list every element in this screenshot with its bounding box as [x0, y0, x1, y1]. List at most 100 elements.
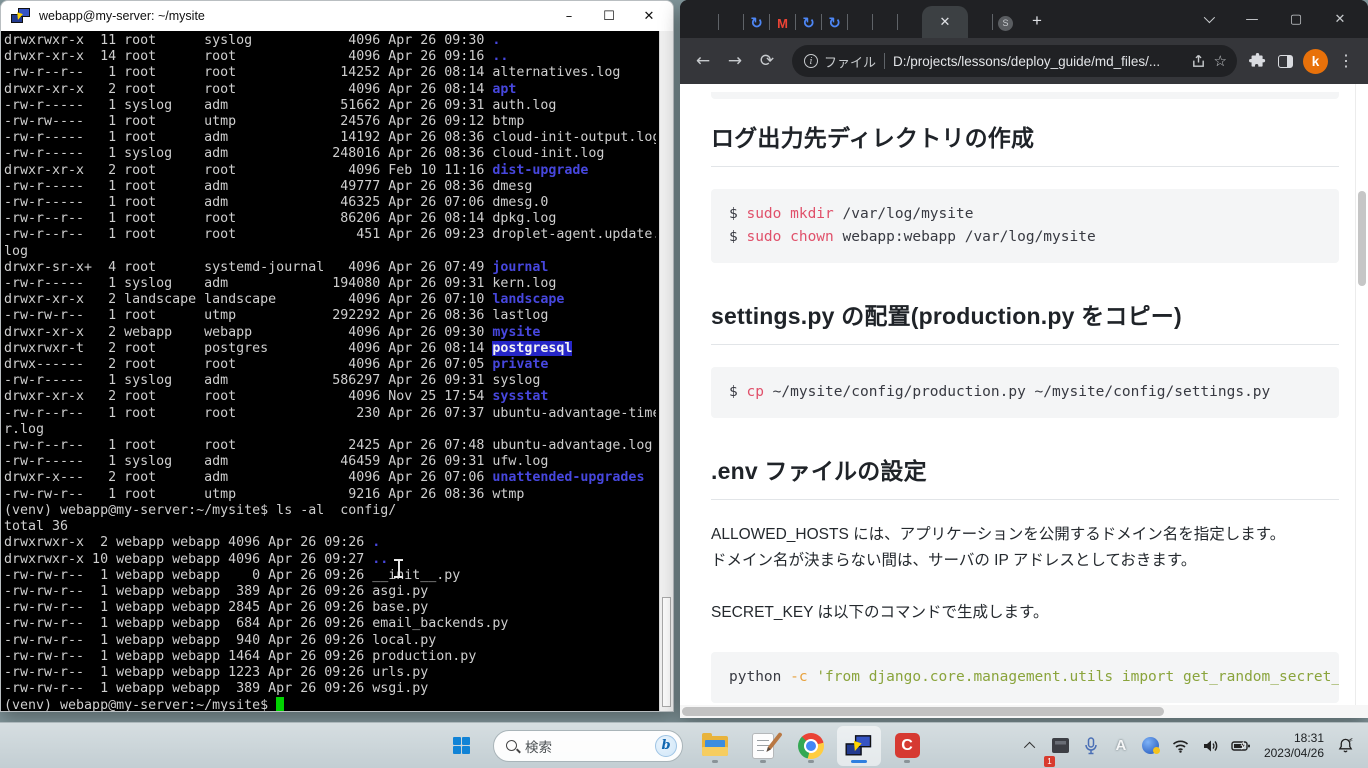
horizontal-scrollbar[interactable] — [680, 705, 1368, 718]
tab-close-icon[interactable]: ✕ — [940, 15, 951, 30]
extensions-puzzle-icon[interactable] — [1243, 47, 1271, 75]
taskbar-item-chrome[interactable] — [789, 726, 833, 766]
browser-tab[interactable] — [694, 8, 718, 38]
running-indicator-active — [851, 760, 867, 763]
code-line: python -c 'from django.core.management.u… — [729, 666, 1321, 689]
horizontal-scrollbar-thumb[interactable] — [682, 707, 1164, 716]
terminal-area[interactable]: drwxrwxr-x 11 root syslog 4096 Apr 26 09… — [1, 31, 673, 712]
notification-center-button[interactable]: zz — [1332, 728, 1358, 764]
directory-name: .. — [372, 552, 388, 567]
mouse-text-cursor — [393, 559, 404, 578]
start-button[interactable] — [439, 726, 483, 766]
browser-tab[interactable]: M — [770, 8, 795, 38]
wifi-icon — [1172, 739, 1189, 753]
hidden-icons-button[interactable] — [1018, 728, 1044, 764]
profile-avatar[interactable]: k — [1303, 49, 1328, 74]
battery-indicator[interactable] — [1228, 728, 1254, 764]
browser-tab[interactable] — [719, 8, 743, 38]
back-button[interactable]: ← — [690, 48, 716, 74]
close-button[interactable]: ✕ — [629, 2, 669, 30]
terminal-text: drwxr-sr-x+ 4 root systemd-journal 4096 … — [4, 260, 492, 275]
terminal-text: drwxr-xr-x 2 root root 4096 Apr 26 08:14 — [4, 82, 492, 97]
close-button[interactable]: ✕ — [1318, 2, 1362, 36]
maximize-button[interactable]: ☐ — [589, 2, 629, 30]
running-indicator — [808, 760, 814, 763]
vertical-scrollbar-thumb[interactable] — [1358, 191, 1366, 286]
ime-indicator[interactable]: A — [1108, 728, 1134, 764]
bookmark-star-icon[interactable]: ☆ — [1214, 52, 1227, 70]
browser-tab[interactable] — [898, 8, 922, 38]
taskbar-search[interactable]: 検索 b — [493, 730, 683, 762]
terminal-line: (venv) webapp@my-server:~/mysite$ ls -al… — [4, 503, 656, 519]
minimize-button[interactable]: — — [1230, 2, 1274, 36]
share-icon[interactable] — [1191, 54, 1206, 69]
directory-name: journal — [492, 260, 548, 275]
putty-window: webapp@my-server: ~/mysite – ☐ ✕ drwxrwx… — [0, 0, 674, 712]
volume-indicator[interactable] — [1198, 728, 1224, 764]
address-bar[interactable]: i ファイル D:/projects/lessons/deploy_guide/… — [792, 45, 1237, 77]
browser-tab[interactable]: ↻ — [796, 8, 821, 38]
terminal-line: drwxrwxr-t 2 root postgres 4096 Apr 26 0… — [4, 341, 656, 357]
terminal-text: drwxrwxr-x 11 root syslog 4096 Apr 26 09… — [4, 33, 492, 48]
ime-a-icon: A — [1116, 737, 1127, 754]
microphone-indicator[interactable] — [1078, 728, 1104, 764]
putty-window-title: webapp@my-server: ~/mysite — [39, 9, 549, 23]
terminal-line: r.log — [4, 422, 656, 438]
taskbar-item-camtasia[interactable]: C — [885, 726, 929, 766]
vertical-scrollbar[interactable] — [1355, 84, 1368, 705]
browser-tab[interactable]: ↻ — [822, 8, 847, 38]
taskbar-item-explorer[interactable] — [693, 726, 737, 766]
browser-menu-button[interactable]: ⋮ — [1332, 47, 1360, 75]
putty-titlebar[interactable]: webapp@my-server: ~/mysite – ☐ ✕ — [1, 1, 673, 31]
app-badge-icon — [1052, 738, 1069, 753]
code-text — [808, 669, 817, 685]
terminal-line: -rw-rw-r-- 1 webapp webapp 2845 Apr 26 0… — [4, 600, 656, 616]
terminal-text: drwxr-xr-x 14 root root 4096 Apr 26 09:1… — [4, 49, 492, 64]
taskbar-item-notepad[interactable] — [741, 726, 785, 766]
terminal-line: -rw-rw-r-- 1 webapp webapp 1464 Apr 26 0… — [4, 649, 656, 665]
terminal-text: -rw-rw-r-- 1 webapp webapp 684 Apr 26 09… — [4, 616, 508, 631]
paragraph: ALLOWED_HOSTS には、アプリケーションを公開するドメイン名を指定しま… — [711, 522, 1339, 574]
terminal-line: -rw-r----- 1 syslog adm 248016 Apr 26 08… — [4, 146, 656, 162]
url-text[interactable]: D:/projects/lessons/deploy_guide/md_file… — [893, 54, 1183, 69]
tabs-area: ↻M↻↻✕S — [694, 0, 1018, 38]
terminal-line: -rw-r--r-- 1 root root 2425 Apr 26 07:48… — [4, 438, 656, 454]
terminal-scrollbar-thumb[interactable] — [662, 597, 671, 707]
site-info-chip[interactable]: i ファイル — [804, 52, 876, 71]
tab-search-button[interactable] — [1186, 2, 1230, 36]
directory-name: sysstat — [492, 389, 548, 404]
network-indicator[interactable] — [1168, 728, 1194, 764]
blue-sphere-icon — [1142, 737, 1159, 754]
side-panel-icon[interactable] — [1271, 47, 1299, 75]
sync-icon: ↻ — [750, 14, 763, 32]
browser-tab[interactable]: ↻ — [744, 8, 769, 38]
camtasia-icon: C — [895, 733, 920, 758]
taskbar-clock[interactable]: 18:31 2023/04/26 — [1264, 731, 1324, 761]
terminal-scrollbar[interactable] — [659, 31, 673, 712]
browser-tab[interactable] — [848, 8, 872, 38]
terminal-line: -rw-r----- 1 syslog adm 46459 Apr 26 09:… — [4, 454, 656, 470]
clock-date: 2023/04/26 — [1264, 746, 1324, 761]
code-text: $ — [729, 384, 746, 400]
active-tab[interactable]: ✕ — [922, 6, 968, 38]
terminal-text: drwx------ 2 root root 4096 Apr 26 07:05 — [4, 357, 492, 372]
cloud-app-indicator[interactable] — [1138, 728, 1164, 764]
directory-name: apt — [492, 82, 516, 97]
browser-toolbar: ← → ⟳ i ファイル D:/projects/lessons/deploy_… — [680, 38, 1368, 84]
terminal-text: drwxr-xr-x 2 root root 4096 Feb 10 11:16 — [4, 163, 492, 178]
browser-tab[interactable] — [873, 8, 897, 38]
terminal-line: drwx------ 2 root root 4096 Apr 26 07:05… — [4, 357, 656, 373]
forward-button[interactable]: → — [722, 48, 748, 74]
tray-app-with-badge[interactable]: 1 — [1048, 728, 1074, 764]
maximize-button[interactable]: ▢ — [1274, 2, 1318, 36]
bing-icon: b — [655, 735, 677, 757]
taskbar-item-putty[interactable] — [837, 726, 881, 766]
running-indicator — [712, 760, 718, 763]
browser-tab[interactable] — [968, 8, 992, 38]
terminal-line: -rw-rw-r-- 1 root utmp 9216 Apr 26 08:36… — [4, 487, 656, 503]
browser-tab[interactable]: S — [993, 8, 1018, 38]
new-tab-button[interactable]: + — [1024, 8, 1050, 34]
reload-button[interactable]: ⟳ — [754, 48, 780, 74]
terminal-text: drwxr-x--- 2 root adm 4096 Apr 26 07:06 — [4, 470, 492, 485]
minimize-button[interactable]: – — [549, 2, 589, 30]
